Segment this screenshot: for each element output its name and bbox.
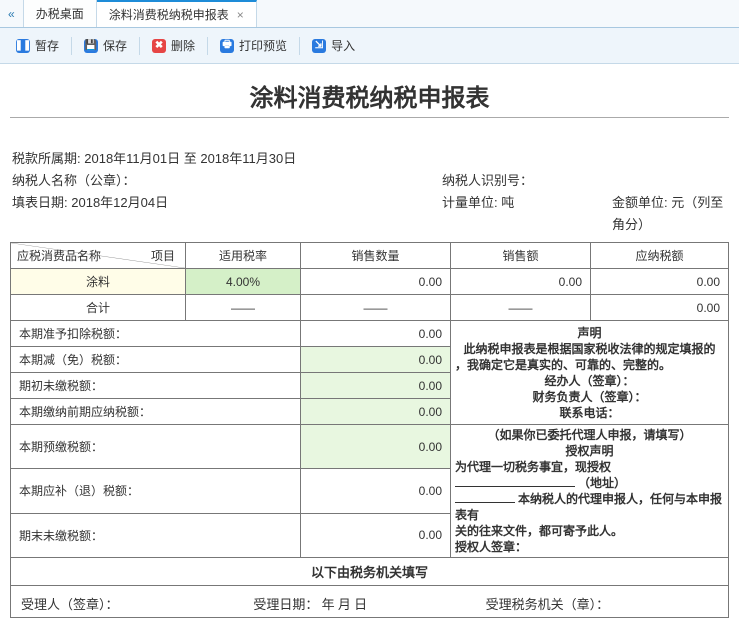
tab-declaration-form[interactable]: 涂料消费税纳税申报表 × [97,0,257,27]
separator [207,37,208,55]
declaration-2: （如果你已委托代理人申报，请填写） 授权声明 为代理一切税务事宜，现授权 （地址… [451,425,729,558]
close-icon[interactable]: × [237,8,244,22]
line-label: 本期减（免）税额： [11,347,301,373]
page-title: 涂料消费税纳税申报表 [10,78,729,113]
header-qty: 销售数量 [301,243,451,269]
header-product: 应税消费品名称 [17,247,101,264]
header-tax: 应纳税额 [591,243,729,269]
tab-desktop[interactable]: 办税桌面 [23,0,97,27]
print-preview-button[interactable]: 🖶 打印预览 [214,34,293,57]
payer-name-label: 纳税人名称（公章）： [12,173,136,188]
tab-label: 办税桌面 [36,5,84,22]
title-underline [10,117,729,118]
cell-item-name[interactable]: 涂料 [11,269,186,295]
cell-sum-tax: 0.00 [591,295,729,321]
import-button[interactable]: ⇲ 导入 [306,34,361,57]
line-value: 0.00 [301,513,451,557]
header-amt: 销售额 [451,243,591,269]
import-icon: ⇲ [312,39,326,53]
declaration-1: 声明 此纳税申报表是根据国家税收法律的规定填报的 ，我确定它是真实的、可靠的、完… [451,321,729,425]
blank-line [455,502,515,503]
line-label: 期初未缴税额： [11,373,301,399]
separator [71,37,72,55]
form-content: 涂料消费税纳税申报表 税款所属期: 2018年11月01日 至 2018年11月… [0,78,739,628]
delete-button[interactable]: ✖ 删除 [146,34,201,57]
separator [139,37,140,55]
pause-button[interactable]: ❚❚ 暂存 [10,34,65,57]
line-label: 期末未缴税额： [11,513,301,557]
cell-sum-qty: —— [301,295,451,321]
unit-label: 计量单位: [442,195,498,210]
line-value[interactable]: 0.00 [301,347,451,373]
period-value: 2018年11月01日 至 2018年11月30日 [84,151,296,166]
cell-sum-name: 合计 [11,295,186,321]
line-label: 本期预缴税额： [11,425,301,469]
period-label: 税款所属期: [12,151,81,166]
cell-item-qty: 0.00 [301,269,451,295]
separator [299,37,300,55]
payer-id-label: 纳税人识别号： [442,173,533,188]
sign-receiver: 受理人（签章）： [21,594,253,613]
print-icon: 🖶 [220,39,234,53]
save-button[interactable]: 💾 保存 [78,34,133,57]
tabs-scroll-left[interactable]: « [0,0,23,27]
cell-sum-amt: —— [451,295,591,321]
money-label: 金额单位: [612,195,668,210]
line-row: 本期准予扣除税额： 0.00 声明 此纳税申报表是根据国家税收法律的规定填报的 … [11,321,729,347]
header-item: 项目 [151,247,175,264]
cell-item-tax: 0.00 [591,269,729,295]
table-row-sum: 合计 —— —— —— 0.00 [11,295,729,321]
header-diagonal: 项目 应税消费品名称 [11,243,186,269]
table-row: 涂料 4.00% 0.00 0.00 0.00 [11,269,729,295]
unit-value: 吨 [501,195,514,210]
tab-label: 涂料消费税纳税申报表 [109,6,229,23]
blank-line [455,486,575,487]
declaration-table: 项目 应税消费品名称 适用税率 销售数量 销售额 应纳税额 涂料 4.00% 0… [10,242,729,586]
sign-date: 受理日期： 年 月 日 [253,594,485,613]
cell-item-amt: 0.00 [451,269,591,295]
pause-icon: ❚❚ [16,39,30,53]
save-icon: 💾 [84,39,98,53]
cell-item-rate[interactable]: 4.00% [186,269,301,295]
line-label: 本期缴纳前期应纳税额： [11,399,301,425]
line-value: 0.00 [301,321,451,347]
line-value: 0.00 [301,469,451,513]
meta-block: 税款所属期: 2018年11月01日 至 2018年11月30日 纳税人名称（公… [10,148,729,236]
toolbar: ❚❚ 暂存 💾 保存 ✖ 删除 🖶 打印预览 ⇲ 导入 [0,28,739,64]
delete-icon: ✖ [152,39,166,53]
signature-row: 受理人（签章）： 受理日期： 年 月 日 受理税务机关（章）： [10,586,729,618]
line-label: 本期准予扣除税额： [11,321,301,347]
fill-date-value: 2018年12月04日 [71,195,168,210]
line-value[interactable]: 0.00 [301,425,451,469]
cell-sum-rate: —— [186,295,301,321]
line-value[interactable]: 0.00 [301,373,451,399]
tab-bar: « 办税桌面 涂料消费税纳税申报表 × [0,0,739,28]
fill-date-label: 填表日期: [12,195,68,210]
footer-title: 以下由税务机关填写 [11,558,729,586]
line-label: 本期应补（退）税额： [11,469,301,513]
sign-authority: 受理税务机关（章）： [486,594,718,613]
line-row: 本期预缴税额： 0.00 （如果你已委托代理人申报，请填写） 授权声明 为代理一… [11,425,729,469]
line-value[interactable]: 0.00 [301,399,451,425]
header-rate: 适用税率 [186,243,301,269]
